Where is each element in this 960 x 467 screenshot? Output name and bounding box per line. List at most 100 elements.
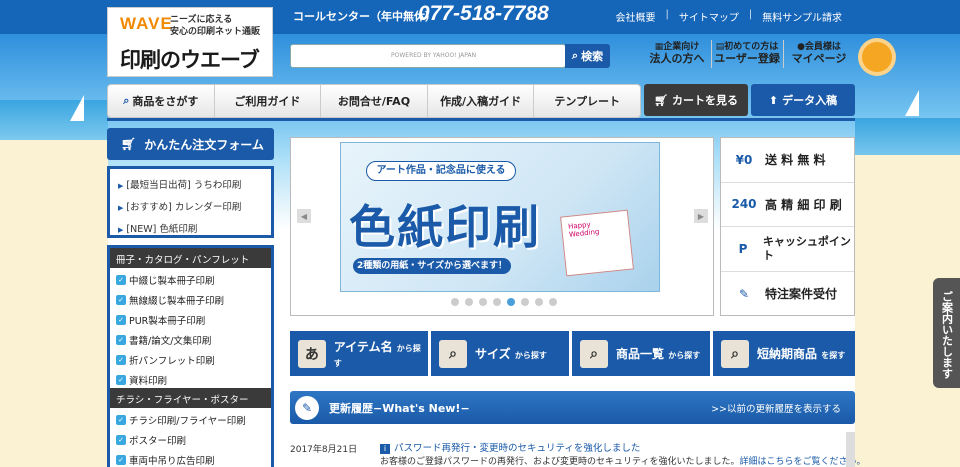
carousel-next-button[interactable]: ▶ — [694, 209, 708, 223]
divider — [711, 40, 712, 68]
category-item[interactable]: ✓ 書籍/論文/文集印刷 — [110, 328, 271, 348]
cart-icon: 🛒︎ — [654, 93, 668, 107]
sailboat-icon — [905, 90, 919, 116]
news-date: 2017年8月21日 — [290, 445, 358, 455]
beach-sand-left — [0, 140, 108, 467]
quick-link-corporate[interactable]: ▦企業向け 法人の方へ — [644, 38, 710, 72]
cart-label: カートを見る — [671, 94, 738, 107]
main-nav: ⌕ 商品をさがす ご利用ガイド お問合せ/FAQ 作成/入稿ガイド テンプレート — [107, 84, 641, 118]
category-item-label: 車両中吊り広告印刷 — [129, 456, 215, 467]
quick-link-mypage[interactable]: ●会員様は マイページ — [786, 38, 852, 72]
banner-title: 色紙印刷 — [349, 200, 541, 254]
search-by-item-name[interactable]: あ アイテム名 から探す — [290, 331, 428, 376]
data-upload-button[interactable]: ⬆ データ入稿 — [751, 84, 855, 116]
cart-button[interactable]: 🛒︎ カートを見る — [644, 84, 748, 116]
search-short-delivery[interactable]: ⌕ 短納期商品 を探す — [713, 331, 855, 376]
category-item[interactable]: ✓ 無線綴じ製本冊子印刷 — [110, 288, 271, 308]
beach-sea-left — [0, 100, 108, 140]
carousel-dot[interactable] — [465, 298, 473, 306]
search-powered-by: POWERED BY YAHOO! JAPAN — [391, 52, 477, 59]
top-link-sitemap[interactable]: サイトマップ — [679, 9, 739, 24]
call-center-label: コールセンター（年中無休） — [293, 10, 436, 23]
category-item-label: 折パンフレット印刷 — [129, 356, 215, 367]
nav-template[interactable]: テンプレート — [534, 85, 640, 117]
magnifier-icon: ⌕ — [721, 339, 749, 368]
quick-link-big: マイページ — [791, 52, 847, 65]
category-item[interactable]: ✓ PUR製本冊子印刷 — [110, 308, 271, 328]
point-icon: P — [738, 241, 748, 256]
category-item-label: 資料印刷 — [129, 376, 168, 387]
campaign-link[interactable]: [最短当日出荷] うちわ印刷 — [118, 175, 263, 197]
carousel-dot[interactable] — [507, 298, 515, 306]
feature-high-resolution[interactable]: 240 高 精 細 印 刷 — [721, 183, 854, 227]
quick-link-small: 初めての方は — [724, 42, 779, 52]
feature-free-shipping[interactable]: ¥0 送 料 無 料 — [721, 138, 854, 183]
nav-underline — [107, 118, 855, 121]
quick-link-small: 企業向け — [663, 42, 700, 52]
campaign-link[interactable]: [NEW] 色紙印刷 — [118, 219, 263, 241]
pencil-icon: ✎ — [738, 286, 750, 301]
search-input[interactable]: POWERED BY YAHOO! JAPAN — [290, 44, 566, 68]
tile-main: 商品一覧 — [616, 347, 665, 361]
hero-banner-image[interactable]: アート作品・記念品に使える 色紙印刷 2種類の用紙・サイズから選べます！ Hap… — [340, 142, 660, 292]
check-icon: ✓ — [116, 375, 126, 385]
site-logo[interactable]: WAVE ニーズに応える 安心の印刷ネット通販 印刷のウエーブ — [107, 7, 273, 77]
carousel-dot[interactable] — [521, 298, 529, 306]
category-item[interactable]: ✓ 資料印刷 — [110, 368, 271, 388]
order-form-button[interactable]: 🛒︎ かんたん注文フォーム — [107, 128, 274, 160]
news-scrollbar[interactable] — [846, 432, 855, 467]
category-item-label: チラシ印刷/フライヤー印刷 — [129, 416, 246, 427]
check-icon: ✓ — [116, 415, 126, 425]
news-archive-link[interactable]: >>以前の更新履歴を表示する — [711, 401, 841, 415]
search-icon: ⌕ — [571, 49, 579, 62]
nav-product-search[interactable]: ⌕ 商品をさがす — [108, 85, 215, 117]
carousel-dot[interactable] — [479, 298, 487, 306]
campaign-box: [最短当日出荷] うちわ印刷 [おすすめ] カレンダー印刷 [NEW] 色紙印刷 — [107, 166, 274, 238]
user-icon: ● — [797, 42, 805, 52]
category-item[interactable]: ✓ 車両中吊り広告印刷 — [110, 448, 271, 467]
search-button[interactable]: ⌕ 検索 — [565, 44, 610, 68]
tile-sub: を探す — [821, 351, 846, 360]
feature-cash-point[interactable]: P キャッシュポイント — [721, 227, 854, 272]
divider: | — [665, 9, 669, 20]
logo-tagline: ニーズに応える 安心の印刷ネット通販 — [170, 14, 260, 38]
search-icon: ⌕ — [123, 94, 130, 107]
carousel-dot[interactable] — [493, 298, 501, 306]
magnifier-icon: あ — [298, 339, 326, 368]
divider: | — [748, 9, 753, 20]
nav-create-guide[interactable]: 作成/入稿ガイド — [428, 85, 535, 117]
nav-faq[interactable]: お問合せ/FAQ — [321, 85, 428, 117]
carousel-dot[interactable] — [549, 298, 557, 306]
carousel-dot[interactable] — [451, 298, 459, 306]
carousel-dots — [451, 298, 557, 306]
quick-link-register[interactable]: ▤初めての方は ユーザー登録 — [714, 38, 780, 72]
carousel-prev-button[interactable]: ◀ — [297, 209, 311, 223]
category-item[interactable]: ✓ 中綴じ製本冊子印刷 — [110, 268, 271, 288]
campaign-link[interactable]: [おすすめ] カレンダー印刷 — [118, 197, 263, 219]
category-item[interactable]: ✓ ポスター印刷 — [110, 428, 271, 448]
check-icon: ✓ — [116, 315, 126, 325]
quick-link-small: 会員様は — [804, 42, 841, 52]
search-by-size[interactable]: ⌕ サイズ から探す — [431, 331, 569, 376]
news-item-title[interactable]: パスワード再発行・変更時のセキュリティを強化しました — [380, 440, 640, 454]
category-item[interactable]: ✓ 折パンフレット印刷 — [110, 348, 271, 368]
divider — [783, 40, 784, 68]
banner-tag: アート作品・記念品に使える — [366, 161, 516, 181]
check-icon: ✓ — [116, 295, 126, 305]
top-link-company[interactable]: 会社概要 — [616, 9, 656, 24]
check-icon: ✓ — [116, 455, 126, 465]
sailboat-icon — [70, 95, 84, 121]
search-by-product-list[interactable]: ⌕ 商品一覧 から探す — [572, 331, 710, 376]
category-item[interactable]: ✓ チラシ印刷/フライヤー印刷 — [110, 408, 271, 428]
banner-subtitle: 2種類の用紙・サイズから選べます！ — [353, 258, 511, 274]
wedding-card-image: Happy Wedding — [560, 209, 634, 277]
nav-guide[interactable]: ご利用ガイド — [215, 85, 322, 117]
feature-custom-order[interactable]: ✎ 特注案件受付 — [721, 272, 854, 317]
feature-list: ¥0 送 料 無 料 240 高 精 細 印 刷 P キャッシュポイント ✎ 特注案件受… — [720, 137, 855, 316]
top-link-sample[interactable]: 無料サンプル請求 — [762, 9, 842, 24]
yen-icon: ¥0 — [735, 152, 753, 167]
guide-side-tab[interactable]: ご案内いたします — [933, 278, 960, 388]
order-form-label: かんたん注文フォーム — [144, 137, 264, 152]
logo-name: 印刷のウエーブ — [120, 48, 260, 72]
carousel-dot[interactable] — [535, 298, 543, 306]
